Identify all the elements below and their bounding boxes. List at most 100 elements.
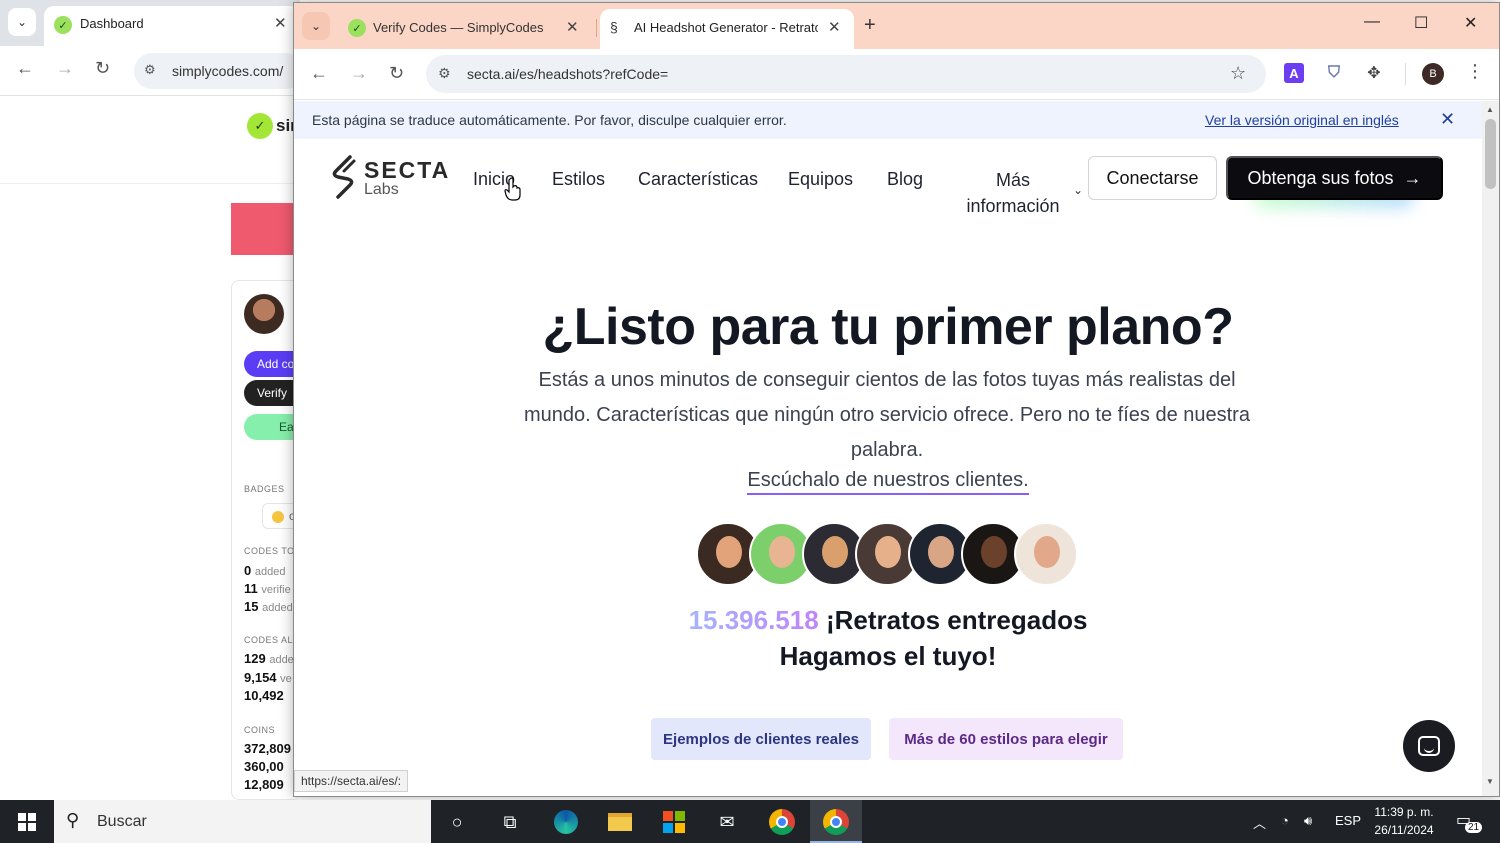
coins-value: 372,809 [244,741,291,756]
chevron-up-icon[interactable]: ︿ [1253,813,1266,832]
chevron-down-icon[interactable]: ⌄ [1073,183,1083,197]
avatar[interactable] [244,294,284,334]
simplycodes-favicon-icon: ✓ [54,16,72,34]
hand-cursor-icon [504,177,521,201]
get-photos-button[interactable]: Obtenga sus fotos → [1226,156,1443,200]
close-translation-icon[interactable]: ✕ [1440,109,1455,130]
logo-subtext: Labs [364,181,399,198]
view-original-link[interactable]: Ver la versión original en inglés [1205,112,1399,128]
stat-row: 15 added [244,599,293,614]
nav-blog[interactable]: Blog [887,169,923,190]
edge-icon[interactable] [552,808,580,836]
microsoft-store-icon[interactable] [660,808,688,836]
scrollbar-thumb[interactable] [1485,119,1496,189]
customer-avatars [696,522,1080,586]
add-code-button[interactable]: Add co [244,351,301,377]
minimize-icon[interactable]: — [1364,13,1380,31]
site-info-icon[interactable]: ⚙ [438,65,451,82]
cortana-icon[interactable]: ○ [443,808,471,836]
simplycodes-logo-icon[interactable]: ✓ [247,113,273,139]
shield-extension-icon[interactable]: ⛉ [1324,63,1344,83]
tab-search-icon[interactable]: ⌄ [302,12,330,40]
system-clock[interactable]: 11:39 p. m. 26/11/2024 [1362,803,1446,839]
taskbar-search[interactable]: ⚲ Buscar [54,800,431,843]
arrow-right-icon: → [1403,167,1422,188]
address-url: secta.ai/es/headshots?refCode= [467,66,669,82]
bookmark-star-icon[interactable]: ☆ [1230,63,1246,84]
divider [0,183,300,184]
nav-equipos[interactable]: Equipos [788,169,853,190]
real-examples-button[interactable]: Ejemplos de clientes reales [651,718,871,760]
tab-title: Verify Codes — SimplyCodes [373,20,544,35]
site-info-icon[interactable]: ⚙ [144,62,156,78]
stat-row: 129 adde [244,651,294,666]
coin-icon [272,511,284,523]
chrome-profile-b-icon[interactable] [822,808,850,836]
translation-bar: Esta página se traduce automáticamente. … [294,101,1482,139]
reload-icon[interactable]: ↻ [95,58,110,79]
close-tab-icon[interactable]: ✕ [274,14,287,32]
styles-button[interactable]: Más de 60 estilos para elegir [889,718,1123,760]
back-arrow-icon[interactable]: ← [310,63,328,84]
badges-label: BADGES [244,484,285,494]
login-button[interactable]: Conectarse [1088,156,1217,200]
address-url: simplycodes.com/ [172,63,284,79]
maximize-icon[interactable]: ☐ [1414,13,1428,33]
nav-estilos[interactable]: Estilos [552,169,605,190]
verify-button[interactable]: Verify [244,380,301,406]
clock-time: 11:39 p. m. [1374,805,1434,819]
chat-launcher-button[interactable] [1403,720,1455,772]
nav-more-info[interactable]: Más información [948,167,1078,219]
tab-title: AI Headshot Generator - Retratos [634,20,818,35]
stat-row: 11 verifie [244,581,291,596]
start-button[interactable] [0,800,54,843]
reload-icon[interactable]: ↻ [389,63,404,84]
file-explorer-icon[interactable] [606,808,634,836]
scroll-down-icon[interactable]: ▼ [1486,777,1494,786]
earn-button[interactable]: Ear [244,414,301,440]
kebab-menu-icon[interactable]: ⋮ [1466,61,1484,82]
forward-arrow-icon[interactable]: → [56,58,74,79]
volume-icon[interactable]: 🔊︎ [1304,813,1312,829]
tab-dashboard[interactable]: ✓ Dashboard ✕ [44,6,300,46]
page-scrollbar[interactable]: ▲ ▼ [1482,101,1499,796]
address-bar[interactable]: ⚙ secta.ai/es/headshots?refCode= ☆ [426,55,1266,93]
forward-arrow-icon[interactable]: → [350,63,368,84]
windows-taskbar: ⚲ Buscar ○ ⧉ ✉ ︿ ◔ 🔊︎ ESP 11:39 p. m. 26… [0,800,1500,843]
secta-logo-icon [332,155,356,199]
profile-avatar[interactable]: B [1422,63,1444,85]
promo-banner[interactable] [231,203,301,255]
coins-label: COINS [244,725,276,735]
tab-title: Dashboard [80,16,144,31]
mail-icon[interactable]: ✉ [713,808,741,836]
testimonials-link[interactable]: Escúchalo de nuestros clientes. [747,469,1029,495]
task-view-icon[interactable]: ⧉ [496,808,524,836]
new-tab-icon[interactable]: + [864,14,876,37]
foreground-browser-window[interactable]: ⌄ ✓ Verify Codes — SimplyCodes ✕ § AI He… [294,3,1499,796]
tab-verify-codes[interactable]: ✓ Verify Codes — SimplyCodes ✕ [338,9,590,49]
wifi-icon[interactable]: ◔ [1281,813,1289,828]
back-arrow-icon[interactable]: ← [16,58,34,79]
coins-value: 12,809 [244,777,284,792]
extension-a-icon[interactable]: A [1284,63,1304,83]
close-window-icon[interactable]: ✕ [1464,13,1477,33]
address-bar[interactable]: ⚙ simplycodes.com/ [134,53,304,89]
close-tab-icon[interactable]: ✕ [828,18,841,36]
tab-ai-headshot-generator[interactable]: § AI Headshot Generator - Retratos ✕ [600,9,854,49]
search-placeholder: Buscar [97,813,147,830]
scroll-up-icon[interactable]: ▲ [1486,105,1494,114]
nav-caracteristicas[interactable]: Características [638,169,758,190]
extensions-puzzle-icon[interactable]: ✥ [1364,63,1384,83]
stat-row: 10,492 [244,688,284,703]
background-browser-window[interactable]: ⌄ ✓ Dashboard ✕ ← → ↻ ⚙ simplycodes.com/… [0,0,304,800]
background-tab-strip: ⌄ ✓ Dashboard ✕ [0,0,300,46]
language-indicator[interactable]: ESP [1335,813,1361,828]
stat-row: 9,154 ve [244,670,292,685]
search-icon: ⚲ [66,810,80,830]
tab-search-icon[interactable]: ⌄ [8,8,36,36]
portraits-delivered: 15.396.518 ¡Retratos entregados [294,605,1482,636]
stat-row: 0 added [244,563,286,578]
chrome-profile-a-icon[interactable] [768,808,796,836]
close-tab-icon[interactable]: ✕ [566,18,579,36]
tab-separator [596,19,597,37]
